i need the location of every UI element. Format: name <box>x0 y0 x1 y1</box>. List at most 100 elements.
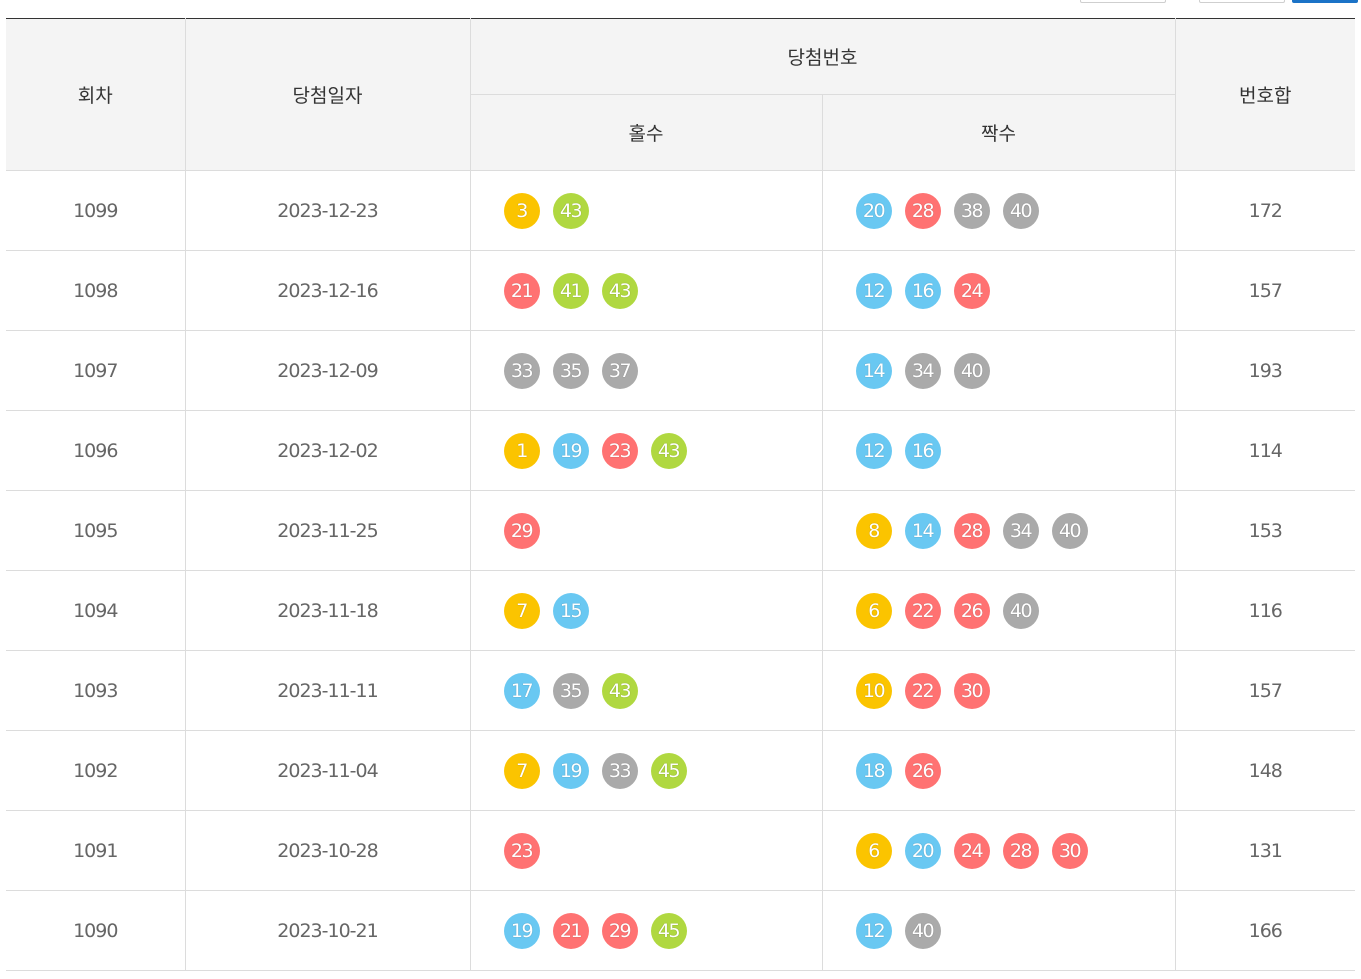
odd-numbers-cell: 19 21 29 45 <box>469 890 823 971</box>
number-ball: 24 <box>953 272 990 309</box>
lotto-results-table: 회차 당첨일자 당첨번호 번호합 홀수 짝수 1099 2023-12-23 3 43… <box>6 18 1356 971</box>
odd-numbers-cell: 1 19 23 43 <box>469 410 823 491</box>
sum-cell: 157 <box>1174 250 1356 331</box>
number-ball: 3 <box>503 192 540 229</box>
number-ball: 28 <box>1002 832 1039 869</box>
number-ball: 24 <box>953 832 990 869</box>
number-ball: 28 <box>904 192 941 229</box>
odd-numbers-cell: 17 35 43 <box>469 650 823 731</box>
number-ball: 35 <box>552 352 589 389</box>
number-ball: 6 <box>855 592 892 629</box>
number-ball: 26 <box>904 752 941 789</box>
number-ball: 33 <box>503 352 540 389</box>
even-numbers-cell: 20 28 38 40 <box>821 170 1176 251</box>
number-ball: 43 <box>552 192 589 229</box>
number-ball: 1 <box>503 432 540 469</box>
even-numbers-cell: 14 34 40 <box>821 330 1176 411</box>
number-ball: 22 <box>904 592 941 629</box>
sum-cell: 116 <box>1174 570 1356 651</box>
number-ball: 22 <box>904 672 941 709</box>
date-cell: 2023-11-04 <box>184 730 471 811</box>
date-cell: 2023-11-18 <box>184 570 471 651</box>
number-ball: 21 <box>552 912 589 949</box>
even-numbers-cell: 6 20 24 28 30 <box>821 810 1176 891</box>
round-cell: 1099 <box>6 170 186 251</box>
number-ball: 29 <box>503 512 540 549</box>
sum-cell: 157 <box>1174 650 1356 731</box>
number-ball: 33 <box>601 752 638 789</box>
results-body: 1099 2023-12-23 3 43 20 28 38 40 172 1098 2023-12-… <box>6 170 1356 971</box>
header-round: 회차 <box>6 18 186 171</box>
sum-cell: 172 <box>1174 170 1356 251</box>
table-row: 1094 2023-11-18 7 15 6 22 26 40 116 <box>6 570 1356 651</box>
odd-numbers-cell: 33 35 37 <box>469 330 823 411</box>
number-ball: 30 <box>953 672 990 709</box>
sum-cell: 114 <box>1174 410 1356 491</box>
table-row: 1093 2023-11-11 17 35 43 10 22 30 157 <box>6 650 1356 731</box>
top-toolbar <box>0 0 1361 18</box>
round-cell: 1098 <box>6 250 186 331</box>
number-ball: 14 <box>855 352 892 389</box>
number-ball: 15 <box>552 592 589 629</box>
round-cell: 1090 <box>6 890 186 971</box>
number-ball: 45 <box>650 912 687 949</box>
table-row: 1096 2023-12-02 1 19 23 43 12 16 114 <box>6 410 1356 491</box>
sum-cell: 131 <box>1174 810 1356 891</box>
number-ball: 17 <box>503 672 540 709</box>
even-numbers-cell: 6 22 26 40 <box>821 570 1176 651</box>
round-cell: 1096 <box>6 410 186 491</box>
even-numbers-cell: 18 26 <box>821 730 1176 811</box>
toolbar-button-2[interactable] <box>1199 0 1285 3</box>
toolbar-button-1[interactable] <box>1080 0 1166 3</box>
number-ball: 21 <box>503 272 540 309</box>
number-ball: 34 <box>1002 512 1039 549</box>
number-ball: 10 <box>855 672 892 709</box>
table-row: 1090 2023-10-21 19 21 29 45 12 40 166 <box>6 890 1356 971</box>
table-row: 1092 2023-11-04 7 19 33 45 18 26 148 <box>6 730 1356 811</box>
number-ball: 7 <box>503 752 540 789</box>
number-ball: 35 <box>552 672 589 709</box>
sum-cell: 193 <box>1174 330 1356 411</box>
number-ball: 38 <box>953 192 990 229</box>
header-winning-numbers: 당첨번호 <box>469 18 1176 95</box>
number-ball: 37 <box>601 352 638 389</box>
number-ball: 14 <box>904 512 941 549</box>
round-cell: 1094 <box>6 570 186 651</box>
sum-cell: 148 <box>1174 730 1356 811</box>
toolbar-button-primary[interactable] <box>1292 0 1358 3</box>
odd-numbers-cell: 7 19 33 45 <box>469 730 823 811</box>
date-cell: 2023-12-23 <box>184 170 471 251</box>
number-ball: 23 <box>503 832 540 869</box>
number-ball: 34 <box>904 352 941 389</box>
table-row: 1099 2023-12-23 3 43 20 28 38 40 172 <box>6 170 1356 251</box>
table-row: 1095 2023-11-25 29 8 14 28 34 40 153 <box>6 490 1356 571</box>
round-cell: 1095 <box>6 490 186 571</box>
header-sum: 번호합 <box>1174 18 1356 171</box>
number-ball: 40 <box>904 912 941 949</box>
number-ball: 43 <box>601 272 638 309</box>
number-ball: 7 <box>503 592 540 629</box>
number-ball: 30 <box>1051 832 1088 869</box>
header-even: 짝수 <box>821 94 1176 171</box>
round-cell: 1097 <box>6 330 186 411</box>
even-numbers-cell: 12 16 24 <box>821 250 1176 331</box>
round-cell: 1092 <box>6 730 186 811</box>
number-ball: 43 <box>601 672 638 709</box>
odd-numbers-cell: 3 43 <box>469 170 823 251</box>
number-ball: 40 <box>1002 592 1039 629</box>
round-cell: 1093 <box>6 650 186 731</box>
header-odd: 홀수 <box>470 94 823 171</box>
date-cell: 2023-12-09 <box>184 330 471 411</box>
sum-cell: 166 <box>1174 890 1356 971</box>
number-ball: 18 <box>855 752 892 789</box>
date-cell: 2023-12-16 <box>184 250 471 331</box>
number-ball: 45 <box>650 752 687 789</box>
number-ball: 12 <box>855 272 892 309</box>
number-ball: 40 <box>953 352 990 389</box>
number-ball: 12 <box>855 912 892 949</box>
number-ball: 29 <box>601 912 638 949</box>
number-ball: 16 <box>904 272 941 309</box>
number-ball: 26 <box>953 592 990 629</box>
odd-numbers-cell: 7 15 <box>469 570 823 651</box>
date-cell: 2023-10-21 <box>184 890 471 971</box>
